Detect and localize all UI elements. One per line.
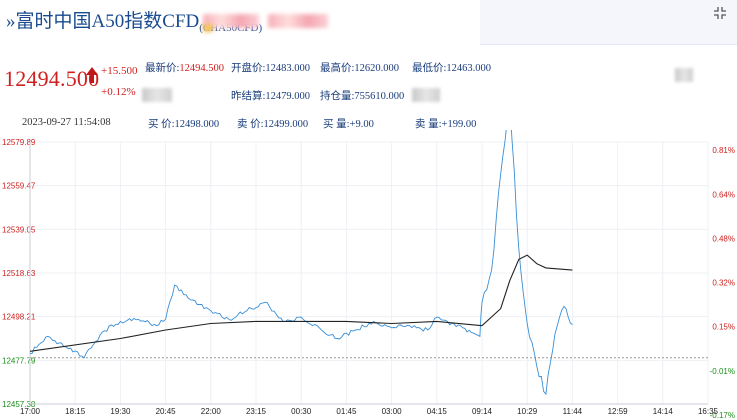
x-tick-label: 04:15 bbox=[427, 407, 448, 416]
x-tick-label: 22:00 bbox=[201, 407, 222, 416]
y-tick-label: 12498.21 bbox=[2, 313, 36, 322]
quote-low-value: 12463.000 bbox=[446, 63, 492, 74]
y-tick-label: 12579.89 bbox=[2, 138, 36, 147]
x-tick-label: 10:29 bbox=[517, 407, 538, 416]
quote-bid-value: 12498.000 bbox=[174, 119, 220, 130]
intraday-chart: 12579.89 12559.47 12539.05 12518.63 12498.21… bbox=[2, 130, 735, 420]
instrument-name: 富时中国A50指数CFD bbox=[15, 11, 200, 32]
x-tick-label: 23:15 bbox=[246, 407, 267, 416]
prefix-glyph: » bbox=[6, 11, 16, 32]
y-right-tick-label: 0.15% bbox=[712, 323, 735, 332]
quote-oi-label: 持仓量: bbox=[320, 91, 355, 102]
x-tick-label: 00:30 bbox=[291, 407, 312, 416]
quote-ask-vol-value: +199.00 bbox=[441, 119, 477, 130]
title-bar: »富时中国A50指数CFD(CHA50CFD) bbox=[0, 0, 480, 40]
quote-open: 开盘价:12483.000 bbox=[231, 60, 310, 75]
y-right-tick-label: 0.32% bbox=[712, 279, 735, 288]
y-tick-label: 12518.63 bbox=[2, 269, 36, 278]
quote-prev-value: 12479.000 bbox=[265, 91, 311, 102]
quote-oi: 持仓量:755610.000 bbox=[320, 88, 404, 103]
price-change: +15.500 bbox=[101, 65, 138, 77]
quote-high-label: 最高价: bbox=[320, 63, 355, 74]
quote-low: 最低价:12463.000 bbox=[412, 60, 491, 75]
quote-latest: 最新价:12494.500 bbox=[145, 60, 224, 75]
x-tick-label: 12:59 bbox=[608, 407, 629, 416]
x-tick-label: 09:14 bbox=[472, 407, 493, 416]
quote-ask: 卖 价:12499.000 bbox=[237, 116, 308, 131]
y-right-tick-label: 0.81% bbox=[712, 146, 735, 155]
redacted-badge-2 bbox=[268, 14, 328, 28]
quote-prev: 昨结算:12479.000 bbox=[231, 88, 310, 103]
quote-high: 最高价:12620.000 bbox=[320, 60, 399, 75]
right-panel bbox=[480, 0, 737, 45]
up-arrow-icon bbox=[86, 67, 98, 83]
quote-timestamp: 2023-09-27 11:54:08 bbox=[22, 117, 111, 128]
redacted-label-2 bbox=[412, 88, 440, 102]
price-change-pct: +0.12% bbox=[101, 86, 136, 98]
x-tick-label: 16:35 bbox=[698, 407, 719, 416]
quote-ask-vol: 卖 量:+199.00 bbox=[415, 116, 476, 131]
collapse-icon[interactable] bbox=[711, 4, 729, 22]
x-tick-label: 19:30 bbox=[110, 407, 131, 416]
quote-bid-vol-value: +9.00 bbox=[349, 119, 374, 130]
x-tick-label: 20:45 bbox=[156, 407, 177, 416]
y-right-tick-label: -0.01% bbox=[710, 367, 735, 376]
y-right-tick-label: 0.64% bbox=[712, 190, 735, 199]
x-tick-label: 18:15 bbox=[65, 407, 86, 416]
redacted-icon bbox=[203, 24, 213, 32]
x-tick-label: 03:00 bbox=[382, 407, 403, 416]
quote-low-label: 最低价: bbox=[412, 63, 447, 74]
quote-prev-label: 昨结算: bbox=[231, 91, 266, 102]
x-tick-label: 14:14 bbox=[653, 407, 674, 416]
y-tick-label: 12559.47 bbox=[2, 182, 36, 191]
quote-ask-value: 12499.000 bbox=[263, 119, 309, 130]
x-tick-label: 11:44 bbox=[563, 407, 583, 416]
redacted-label-3 bbox=[675, 68, 693, 82]
quote-oi-value: 755610.000 bbox=[354, 91, 405, 102]
y-right-tick-label: 0.48% bbox=[712, 234, 735, 243]
quote-latest-value: 12494.500 bbox=[179, 63, 225, 74]
quote-open-label: 开盘价: bbox=[231, 63, 266, 74]
x-tick-label: 01:45 bbox=[336, 407, 357, 416]
y-tick-label: 12539.05 bbox=[2, 225, 36, 234]
quote-bid-vol-label: 买 量: bbox=[323, 119, 350, 130]
quote-latest-label: 最新价: bbox=[145, 63, 180, 74]
quote-bid: 买 价:12498.000 bbox=[148, 116, 219, 131]
quote-high-value: 12620.000 bbox=[354, 63, 400, 74]
quote-ask-label: 卖 价: bbox=[237, 119, 264, 130]
quote-bid-vol: 买 量:+9.00 bbox=[323, 116, 374, 131]
redacted-label bbox=[142, 88, 172, 102]
quote-bid-label: 买 价: bbox=[148, 119, 175, 130]
quote-open-value: 12483.000 bbox=[265, 63, 311, 74]
quote-ask-vol-label: 卖 量: bbox=[415, 119, 442, 130]
x-tick-label: 17:00 bbox=[20, 407, 41, 416]
